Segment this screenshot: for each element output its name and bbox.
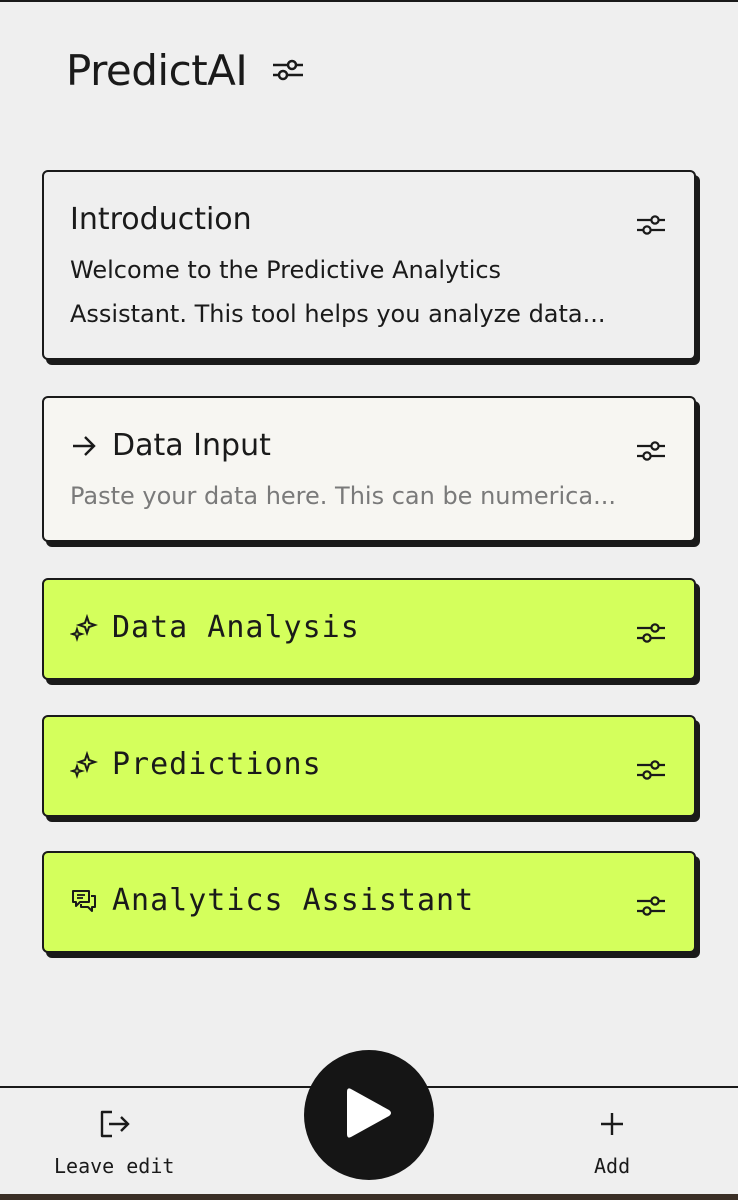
tune-icon[interactable] [636,438,666,464]
card-analytics-assistant[interactable]: Analytics Assistant [42,851,696,953]
description-line: Welcome to the Predictive Analytics [70,256,502,284]
header: PredictAI [66,42,305,98]
card-introduction[interactable]: Introduction Welcome to the Predictive A… [42,170,696,360]
app-title: PredictAI [66,45,248,95]
add-button[interactable]: Add [594,1108,630,1178]
chat-icon [70,887,98,915]
tune-icon[interactable] [636,212,666,238]
app-frame: PredictAI Introduction Welcome to the Pr… [0,0,738,1196]
sparkle-icon [70,750,98,779]
play-button[interactable] [304,1050,434,1180]
tune-icon[interactable] [271,55,305,85]
card-title: Introduction [70,202,252,237]
data-input-field[interactable]: Paste your data here. This can be numeri… [70,474,654,518]
card-title: Data Analysis [112,610,360,645]
arrow-right-icon [70,432,98,460]
leave-edit-button[interactable]: Leave edit [54,1108,174,1178]
add-label: Add [594,1154,631,1178]
tune-icon[interactable] [636,893,666,919]
logout-icon [97,1108,131,1144]
card-data-analysis[interactable]: Data Analysis [42,578,696,680]
description-line: Assistant. This tool helps you analyze d… [70,300,606,328]
card-title: Data Input [112,428,271,463]
card-description: Welcome to the Predictive Analytics Assi… [70,248,654,336]
leave-edit-label: Leave edit [54,1154,175,1178]
card-data-input[interactable]: Data Input Paste your data here. This ca… [42,396,696,542]
tune-icon[interactable] [636,620,666,646]
play-icon [343,1084,395,1146]
card-title: Predictions [112,747,322,782]
card-title: Analytics Assistant [112,883,475,918]
card-predictions[interactable]: Predictions [42,715,696,817]
sparkle-icon [70,613,98,642]
plus-icon [596,1108,628,1144]
bottom-edge [0,1194,738,1200]
tune-icon[interactable] [636,757,666,783]
